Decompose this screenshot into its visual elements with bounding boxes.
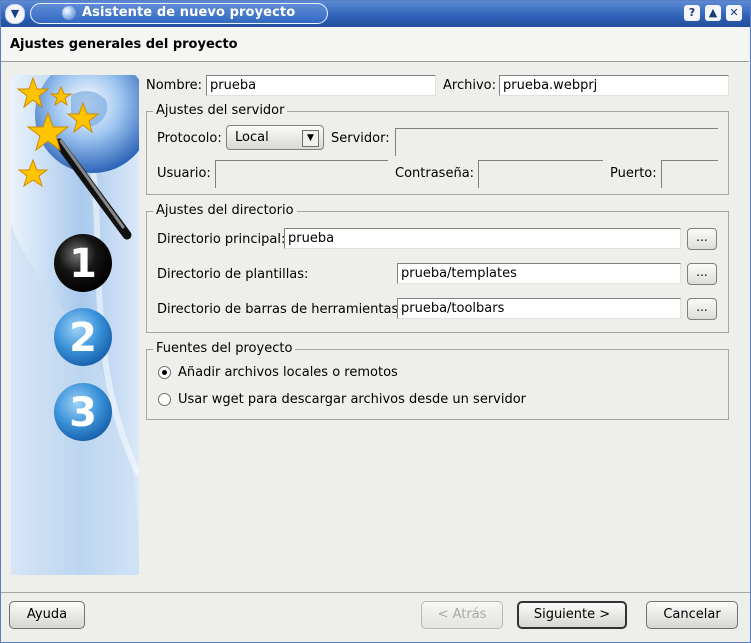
bottom-separator — [0, 592, 751, 593]
name-label: Nombre: — [146, 78, 203, 93]
page-header: Ajustes generales del proyecto — [0, 27, 749, 62]
chevron-down-icon: ▼ — [10, 7, 20, 20]
name-input[interactable]: prueba — [206, 75, 436, 96]
main-directory-label: Directorio principal: — [157, 232, 286, 247]
protocol-value: Local — [235, 130, 269, 145]
main-directory-browse-button[interactable]: ... — [687, 228, 717, 250]
protocol-label: Protocolo: — [157, 131, 222, 146]
toolbars-directory-label: Directorio de barras de herramientas: — [157, 302, 403, 317]
back-button[interactable]: < Atrás — [421, 601, 503, 629]
cancel-button[interactable]: Cancelar — [646, 601, 738, 629]
wizard-illustration: 1 2 3 — [11, 75, 139, 575]
server-label: Servidor: — [331, 131, 390, 146]
project-sources-title: Fuentes del proyecto — [153, 341, 296, 356]
step-3-number: 3 — [69, 390, 97, 436]
password-label: Contraseña: — [395, 166, 475, 181]
password-input[interactable] — [478, 160, 603, 188]
templates-directory-label: Directorio de plantillas: — [157, 267, 309, 282]
close-icon[interactable]: ✕ — [726, 5, 742, 21]
file-input[interactable]: prueba.webprj — [499, 75, 729, 96]
user-label: Usuario: — [157, 166, 211, 181]
shade-icon[interactable]: ▲ — [705, 5, 721, 21]
page-title: Ajustes generales del proyecto — [10, 37, 238, 52]
toolbars-directory-input[interactable]: prueba/toolbars — [397, 298, 681, 319]
templates-directory-browse-button[interactable]: ... — [687, 263, 717, 285]
help-icon[interactable]: ? — [684, 5, 700, 21]
local-files-radio[interactable] — [158, 366, 171, 379]
wizard-side-panel: 1 2 3 — [11, 75, 139, 575]
step-2-number: 2 — [69, 315, 97, 361]
protocol-select[interactable]: Local ▼ — [226, 125, 324, 150]
app-icon — [62, 6, 76, 20]
help-button[interactable]: Ayuda — [9, 601, 85, 629]
next-button[interactable]: Siguiente > — [517, 601, 627, 629]
main-directory-input[interactable]: prueba — [284, 228, 681, 249]
port-input[interactable] — [661, 160, 718, 188]
file-label: Archivo: — [443, 78, 496, 93]
directory-settings-title: Ajustes del directorio — [153, 203, 297, 218]
server-settings-title: Ajustes del servidor — [153, 103, 288, 118]
templates-directory-input[interactable]: prueba/templates — [397, 263, 681, 284]
user-input[interactable] — [215, 160, 388, 188]
port-label: Puerto: — [610, 166, 657, 181]
window-title: Asistente de nuevo proyecto — [82, 5, 296, 20]
window-titlebar[interactable]: ▼ Asistente de nuevo proyecto ? ▲ ✕ — [0, 0, 751, 27]
window-menu-button[interactable]: ▼ — [5, 4, 25, 24]
wget-option-label[interactable]: Usar wget para descargar archivos desde … — [178, 392, 526, 407]
step-1-number: 1 — [69, 241, 97, 287]
project-sources-group: Fuentes del proyecto — [146, 341, 729, 420]
toolbars-directory-browse-button[interactable]: ... — [687, 298, 717, 320]
wget-radio[interactable] — [158, 393, 171, 406]
local-files-option-label[interactable]: Añadir archivos locales o remotos — [178, 365, 398, 380]
dropdown-arrow-icon: ▼ — [302, 130, 319, 147]
server-input[interactable] — [395, 128, 718, 156]
